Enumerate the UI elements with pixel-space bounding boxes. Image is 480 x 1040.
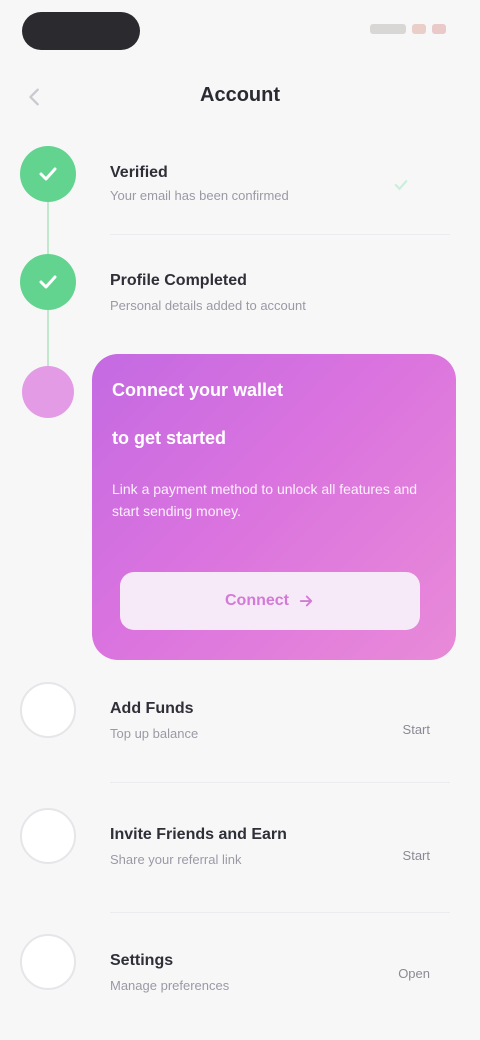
step-todo-circle: [20, 808, 76, 864]
step-subtitle: Your email has been confirmed: [110, 188, 289, 203]
check-icon: [394, 180, 408, 191]
step-done-circle: [20, 146, 76, 202]
card-title-line2: to get started: [112, 428, 227, 448]
divider: [110, 234, 450, 235]
connect-button-label: Connect: [225, 592, 289, 609]
step-title: Settings: [110, 952, 174, 969]
connect-button[interactable]: Connect: [120, 572, 420, 630]
step-title: Verified: [110, 164, 168, 181]
step-active-circle: [22, 366, 74, 418]
card-description: Link a payment method to unlock all feat…: [112, 481, 418, 519]
divider: [110, 912, 450, 913]
step-title: Add Funds: [110, 700, 194, 717]
wifi-icon: [412, 24, 426, 34]
step-title: Profile Completed: [110, 272, 247, 289]
arrow-right-icon: [299, 595, 313, 607]
battery-icon: [432, 24, 446, 34]
step-action-link[interactable]: Open: [398, 966, 430, 981]
status-bar-indicators: [370, 24, 446, 34]
step-todo-circle: [20, 934, 76, 990]
step-title: Invite Friends and Earn: [110, 826, 287, 843]
step-subtitle: Share your referral link: [110, 852, 242, 867]
step-todo-circle: [20, 682, 76, 738]
step-subtitle: Personal details added to account: [110, 298, 306, 313]
step-action-link[interactable]: Start: [403, 848, 430, 863]
active-step-card: Connect your wallet to get started Link …: [92, 354, 456, 660]
signal-icon: [370, 24, 406, 34]
status-bar-island: [22, 12, 140, 50]
step-done-circle: [20, 254, 76, 310]
divider: [110, 782, 450, 783]
check-icon: [39, 167, 57, 181]
card-title: Connect your wallet: [112, 380, 284, 400]
step-subtitle: Top up balance: [110, 726, 199, 741]
step-action-link[interactable]: Start: [403, 722, 430, 737]
page-header: Account: [0, 72, 480, 122]
check-icon: [39, 275, 57, 289]
page-title: Account: [200, 84, 280, 106]
step-subtitle: Manage preferences: [110, 978, 230, 993]
